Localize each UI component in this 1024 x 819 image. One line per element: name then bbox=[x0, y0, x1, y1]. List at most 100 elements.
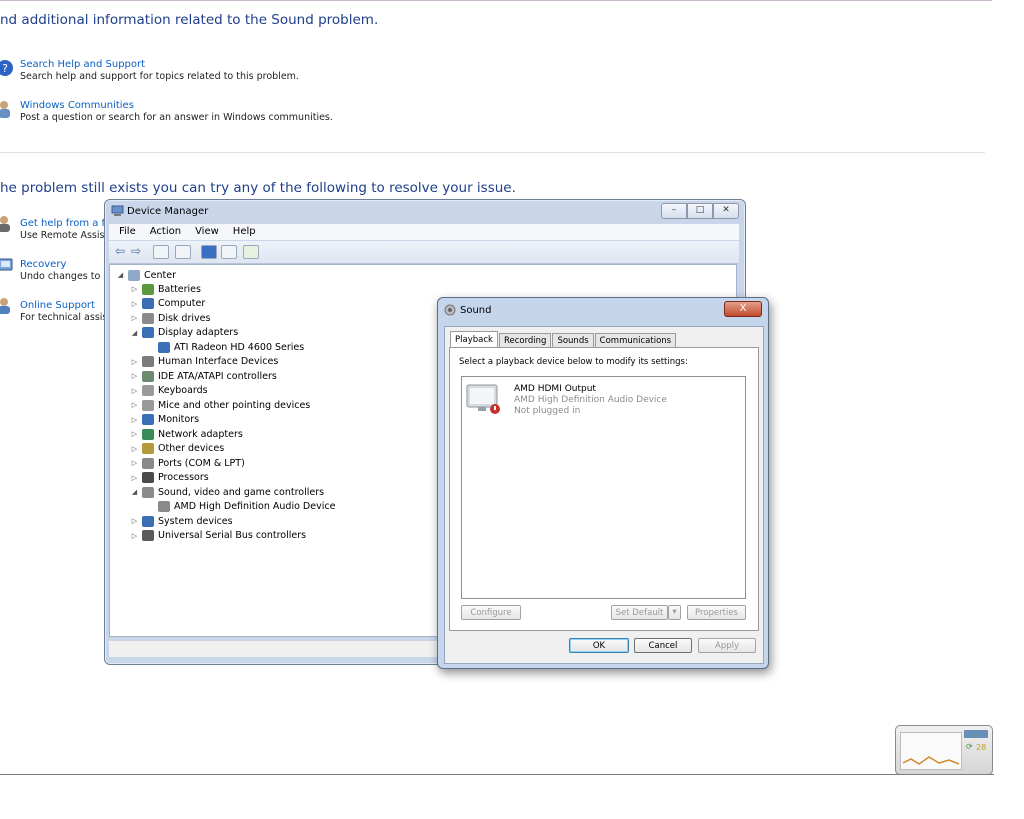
tab-communications[interactable]: Communications bbox=[594, 333, 677, 348]
device-category-icon bbox=[142, 298, 154, 309]
people-icon bbox=[0, 99, 13, 122]
tree-item[interactable]: ◢ Display adapters bbox=[130, 326, 238, 340]
set-default-button[interactable]: Set Default bbox=[611, 605, 668, 620]
sound-dialog: Sound X Playback Recording Sounds Commun… bbox=[437, 297, 769, 669]
tree-item[interactable]: ▷ Batteries bbox=[130, 282, 201, 296]
recovery-icon bbox=[0, 257, 14, 276]
tree-item-label: System devices bbox=[158, 515, 233, 527]
tree-item[interactable]: AMD High Definition Audio Device bbox=[146, 500, 335, 514]
expand-icon[interactable]: ▷ bbox=[130, 372, 139, 380]
graph-area bbox=[900, 732, 962, 770]
bottom-border bbox=[0, 774, 994, 775]
expand-icon[interactable]: ▷ bbox=[130, 358, 139, 366]
menu-help[interactable]: Help bbox=[233, 224, 256, 240]
online-support-desc: For technical assista bbox=[20, 312, 117, 323]
expand-icon[interactable]: ▷ bbox=[130, 474, 139, 482]
expand-icon[interactable]: ▷ bbox=[130, 430, 139, 438]
tree-item-label: Processors bbox=[158, 472, 209, 483]
expand-icon[interactable]: ▷ bbox=[130, 300, 139, 308]
tree-item-label: Ports (COM & LPT) bbox=[158, 457, 245, 469]
expand-icon[interactable]: ▷ bbox=[130, 517, 139, 525]
list-view-icon[interactable] bbox=[175, 245, 191, 259]
device-category-icon bbox=[142, 530, 154, 541]
tree-item[interactable]: ▷ Disk drives bbox=[130, 311, 210, 325]
tree-item[interactable]: ▷ IDE ATA/ATAPI controllers bbox=[130, 369, 277, 383]
device-category-icon bbox=[142, 486, 154, 498]
configure-button[interactable]: Configure bbox=[461, 605, 521, 620]
tree-item[interactable]: ▷ Processors bbox=[130, 471, 209, 485]
tree-item[interactable]: ▷ Mice and other pointing devices bbox=[130, 398, 310, 412]
tree-item[interactable]: ▷ Human Interface Devices bbox=[130, 355, 278, 369]
properties-view-icon[interactable] bbox=[153, 245, 169, 259]
tree-item[interactable]: ▷ Keyboards bbox=[130, 384, 208, 398]
tab-sounds[interactable]: Sounds bbox=[552, 333, 594, 348]
playback-device-list[interactable]: AMD HDMI Output AMD High Definition Audi… bbox=[461, 376, 746, 599]
tree-item[interactable]: ◢ Sound, video and game controllers bbox=[130, 485, 324, 499]
search-help-link[interactable]: Search Help and Support bbox=[20, 59, 145, 70]
monitor-gadget[interactable]: ⟳ 28 bbox=[895, 725, 993, 775]
expand-icon[interactable]: ▷ bbox=[130, 445, 139, 453]
expand-icon[interactable]: ▷ bbox=[130, 401, 139, 409]
apply-button[interactable]: Apply bbox=[698, 638, 756, 653]
tree-item[interactable]: ▷ Ports (COM & LPT) bbox=[130, 456, 245, 470]
cancel-button[interactable]: Cancel bbox=[634, 638, 692, 653]
close-button[interactable]: X bbox=[724, 301, 762, 317]
help-toolbar-icon[interactable] bbox=[201, 245, 217, 259]
device-category-icon bbox=[142, 443, 154, 454]
tree-item[interactable]: ▷ Monitors bbox=[130, 413, 199, 427]
online-support-link[interactable]: Online Support bbox=[20, 300, 95, 311]
device-category-icon bbox=[142, 385, 154, 396]
windows-communities-link[interactable]: Windows Communities bbox=[20, 100, 134, 111]
monitor-speaker-icon bbox=[466, 383, 500, 414]
device-category-icon bbox=[142, 414, 154, 425]
back-arrow-icon[interactable]: ⇦ bbox=[115, 244, 125, 258]
tree-item[interactable]: ATI Radeon HD 4600 Series bbox=[146, 340, 304, 354]
minimize-button[interactable]: – bbox=[661, 203, 687, 219]
properties-button[interactable]: Properties bbox=[687, 605, 746, 620]
tab-playback[interactable]: Playback bbox=[450, 331, 498, 348]
tree-item[interactable]: ▷ Other devices bbox=[130, 442, 224, 456]
menu-action[interactable]: Action bbox=[150, 224, 181, 240]
tree-item-label: Mice and other pointing devices bbox=[158, 399, 311, 411]
tree-root-label: Center bbox=[144, 269, 176, 281]
speaker-icon bbox=[444, 304, 457, 319]
menu-file[interactable]: File bbox=[119, 224, 136, 240]
tree-item[interactable]: ▷ Network adapters bbox=[130, 427, 243, 441]
close-button[interactable]: ✕ bbox=[713, 203, 739, 219]
device-category-icon bbox=[142, 399, 154, 411]
scan-hardware-icon[interactable] bbox=[243, 245, 259, 259]
menu-view[interactable]: View bbox=[195, 224, 219, 240]
tree-item-label: ATI Radeon HD 4600 Series bbox=[174, 341, 305, 353]
expand-icon[interactable]: ▷ bbox=[130, 532, 139, 540]
collapse-icon[interactable]: ◢ bbox=[116, 271, 125, 279]
tree-item[interactable]: ▷ Universal Serial Bus controllers bbox=[130, 529, 306, 543]
tree-item-label: Batteries bbox=[158, 283, 201, 295]
tree-root[interactable]: ◢ Center bbox=[116, 268, 176, 282]
expand-icon[interactable]: ▷ bbox=[130, 285, 139, 293]
expand-icon[interactable]: ▷ bbox=[130, 314, 139, 322]
tab-recording[interactable]: Recording bbox=[498, 333, 552, 348]
device-manager-icon bbox=[111, 205, 124, 220]
tree-item-label: Other devices bbox=[158, 443, 225, 454]
device-name: AMD HDMI Output bbox=[514, 384, 596, 394]
set-default-dropdown[interactable]: ▾ bbox=[668, 605, 681, 620]
expand-icon[interactable]: ▷ bbox=[130, 416, 139, 424]
svg-text:?: ? bbox=[2, 62, 8, 75]
expand-icon[interactable]: ◢ bbox=[130, 329, 139, 337]
recovery-link[interactable]: Recovery bbox=[20, 259, 66, 270]
gadget-value: 28 bbox=[976, 743, 987, 752]
resolve-issue-heading: he problem still exists you can try any … bbox=[0, 180, 516, 196]
sound-dialog-body: Playback Recording Sounds Communications… bbox=[444, 326, 764, 664]
forward-arrow-icon[interactable]: ⇨ bbox=[131, 244, 141, 258]
maximize-button[interactable]: □ bbox=[687, 203, 713, 219]
device-category-icon bbox=[142, 312, 154, 324]
device-category-icon bbox=[142, 283, 154, 295]
tree-item-label: Human Interface Devices bbox=[158, 356, 279, 367]
expand-icon[interactable]: ▷ bbox=[130, 459, 139, 467]
expand-icon[interactable]: ▷ bbox=[130, 387, 139, 395]
tree-item[interactable]: ▷ Computer bbox=[130, 297, 205, 311]
expand-icon[interactable]: ◢ bbox=[130, 488, 139, 496]
ok-button[interactable]: OK bbox=[569, 638, 629, 653]
tree-item[interactable]: ▷ System devices bbox=[130, 514, 233, 528]
detail-view-icon[interactable] bbox=[221, 245, 237, 259]
